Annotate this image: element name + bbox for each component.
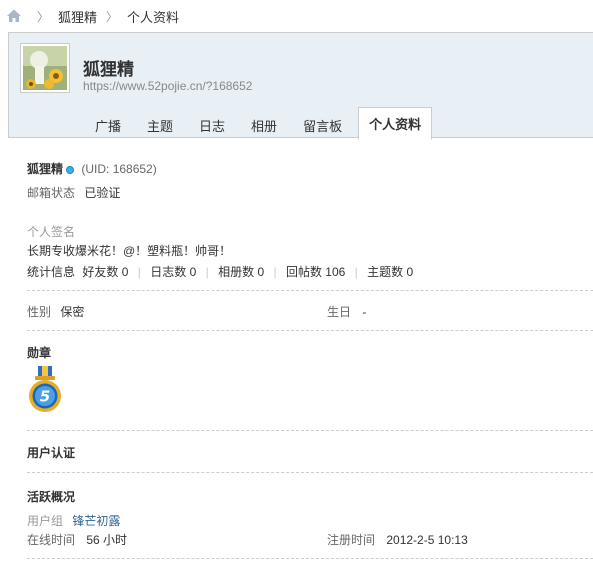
divider: | <box>137 265 141 279</box>
online-time-label: 在线时间 <box>27 533 76 547</box>
name-row: 狐狸精 (UID: 168652) <box>27 160 157 177</box>
medal-number: 5 <box>40 388 50 406</box>
tab-profile[interactable]: 个人资料 <box>358 107 433 140</box>
breadcrumb: 〉 狐狸精 〉 个人资料 <box>0 0 593 32</box>
stats-row: 统计信息 好友数 0 | 日志数 0 | 相册数 0 | 回帖数 106 | 主… <box>27 263 413 280</box>
stat-friends[interactable]: 好友数 0 <box>82 265 128 279</box>
profile-tabs: 广播 主题 日志 相册 留言板 个人资料 <box>85 106 438 140</box>
tab-album[interactable]: 相册 <box>241 111 287 139</box>
divider: | <box>205 265 209 279</box>
online-time-row: 在线时间 56 小时 <box>27 531 127 548</box>
breadcrumb-user[interactable]: 狐狸精 <box>58 7 97 26</box>
stat-threads-label: 主题数 <box>367 265 404 279</box>
register-time-label: 注册时间 <box>327 533 376 547</box>
email-row: 邮箱状态 已验证 <box>27 184 120 201</box>
profile-url[interactable]: https://www.52pojie.cn/?168652 <box>83 79 252 93</box>
divider: | <box>354 265 358 279</box>
divider <box>27 558 593 559</box>
tab-broadcast[interactable]: 广播 <box>85 111 131 139</box>
stat-blogs[interactable]: 日志数 0 <box>150 265 196 279</box>
tab-guestbook[interactable]: 留言板 <box>293 111 352 139</box>
tab-threads[interactable]: 主题 <box>137 111 183 139</box>
stat-threads-value: 0 <box>406 265 414 279</box>
gender-value: 保密 <box>60 305 85 319</box>
register-time-row: 注册时间 2012-2-5 10:13 <box>327 531 468 548</box>
stats-label: 统计信息 <box>27 265 76 279</box>
avatar-image <box>23 46 67 90</box>
stat-blogs-value: 0 <box>189 265 197 279</box>
stat-albums[interactable]: 相册数 0 <box>218 265 264 279</box>
stat-blogs-label: 日志数 <box>150 265 187 279</box>
profile-header: 狐狸精 https://www.52pojie.cn/?168652 广播 主题… <box>8 32 593 140</box>
gender-label: 性别 <box>27 305 52 319</box>
divider <box>27 430 593 431</box>
medals-title: 勋章 <box>27 346 52 360</box>
medal-badge[interactable]: 5 <box>27 366 63 417</box>
email-value: 已验证 <box>84 186 121 200</box>
divider <box>27 290 593 291</box>
tab-blog[interactable]: 日志 <box>189 111 235 139</box>
stat-albums-label: 相册数 <box>218 265 255 279</box>
divider <box>27 330 593 331</box>
breadcrumb-profile[interactable]: 个人资料 <box>127 7 179 26</box>
gender-row: 性别 保密 <box>27 303 84 320</box>
avatar[interactable] <box>20 43 70 93</box>
medal-icon: 5 <box>29 366 61 412</box>
stat-replies[interactable]: 回帖数 106 <box>286 265 345 279</box>
usergroup-label: 用户组 <box>27 514 64 528</box>
verify-title: 用户认证 <box>27 446 76 460</box>
chevron-right-icon: 〉 <box>106 9 119 24</box>
uid-label: (UID: 168652) <box>81 162 157 176</box>
activity-title: 活跃概况 <box>27 490 76 504</box>
divider: | <box>273 265 277 279</box>
birthday-value: - <box>362 305 367 319</box>
online-status-icon <box>66 165 75 174</box>
birthday-label: 生日 <box>327 305 352 319</box>
usergroup-link[interactable]: 锋芒初露 <box>72 514 120 528</box>
stat-albums-value: 0 <box>257 265 265 279</box>
online-time-value: 56 小时 <box>86 533 128 547</box>
stat-friends-value: 0 <box>121 265 129 279</box>
stat-replies-value: 106 <box>325 265 346 279</box>
home-icon[interactable] <box>6 8 22 24</box>
profile-username: 狐狸精 <box>83 60 134 79</box>
profile-name: 狐狸精 <box>27 162 64 176</box>
signature-label: 个人签名 <box>27 225 76 239</box>
email-label: 邮箱状态 <box>27 186 76 200</box>
signature-text: 长期专收爆米花！@！塑料瓶！帅哥！ <box>27 244 232 258</box>
usergroup-row: 用户组 锋芒初露 <box>27 512 120 529</box>
birthday-row: 生日 - <box>327 303 366 320</box>
chevron-right-icon: 〉 <box>37 9 50 24</box>
stat-replies-label: 回帖数 <box>285 265 322 279</box>
divider <box>27 472 593 473</box>
register-time-value: 2012-2-5 10:13 <box>386 533 468 547</box>
stat-friends-label: 好友数 <box>82 265 119 279</box>
stat-threads[interactable]: 主题数 0 <box>367 265 413 279</box>
